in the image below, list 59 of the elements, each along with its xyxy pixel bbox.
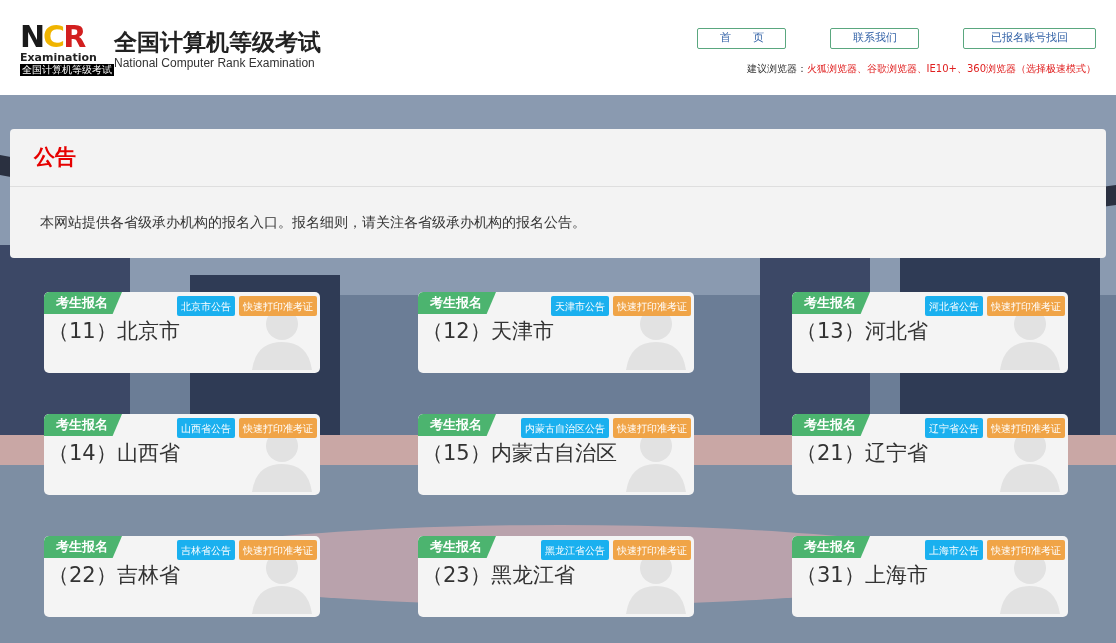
notice-badge[interactable]: 内蒙古自治区公告 <box>521 418 609 438</box>
province-name: （15）内蒙古自治区 <box>421 440 618 467</box>
logo-letter: C <box>43 22 64 52</box>
province-name: （23）黑龙江省 <box>421 562 576 589</box>
print-ticket-badge[interactable]: 快速打印准考证 <box>613 540 691 560</box>
province-name: （21）辽宁省 <box>795 440 929 467</box>
register-tag: 考生报名 <box>418 292 496 314</box>
browser-hint-value: 火狐浏览器、谷歌浏览器、IE10+、360浏览器（选择极速模式） <box>806 62 1096 76</box>
notice-badge[interactable]: 天津市公告 <box>551 296 609 316</box>
province-name: （11）北京市 <box>47 318 181 345</box>
province-card[interactable]: 考生报名 天津市公告 快速打印准考证 （12）天津市 <box>418 292 694 373</box>
province-name: （31）上海市 <box>795 562 929 589</box>
province-name: （13）河北省 <box>795 318 929 345</box>
province-card[interactable]: 考生报名 黑龙江省公告 快速打印准考证 （23）黑龙江省 <box>418 536 694 617</box>
province-card[interactable]: 考生报名 上海市公告 快速打印准考证 （31）上海市 <box>792 536 1068 617</box>
register-tag: 考生报名 <box>792 292 870 314</box>
register-tag: 考生报名 <box>418 414 496 436</box>
print-ticket-badge[interactable]: 快速打印准考证 <box>987 540 1065 560</box>
print-ticket-badge[interactable]: 快速打印准考证 <box>613 418 691 438</box>
notice-title: 公告 <box>34 143 76 171</box>
logo-strip: 全国计算机等级考试 <box>20 64 114 76</box>
print-ticket-badge[interactable]: 快速打印准考证 <box>239 540 317 560</box>
register-tag: 考生报名 <box>44 536 122 558</box>
register-tag: 考生报名 <box>418 536 496 558</box>
province-card[interactable]: 考生报名 山西省公告 快速打印准考证 （14）山西省 <box>44 414 320 495</box>
notice-badge[interactable]: 辽宁省公告 <box>925 418 983 438</box>
province-card[interactable]: 考生报名 辽宁省公告 快速打印准考证 （21）辽宁省 <box>792 414 1068 495</box>
notice-badge[interactable]: 河北省公告 <box>925 296 983 316</box>
logo-letter: R <box>63 22 85 52</box>
province-card[interactable]: 考生报名 吉林省公告 快速打印准考证 （22）吉林省 <box>44 536 320 617</box>
nav-button[interactable]: 首 页 <box>697 28 786 49</box>
nav-button[interactable]: 已报名账号找回 <box>963 28 1096 49</box>
browser-hint-label: 建议浏览器： <box>746 62 807 76</box>
logo-word: Examination <box>20 52 97 63</box>
print-ticket-badge[interactable]: 快速打印准考证 <box>987 296 1065 316</box>
print-ticket-badge[interactable]: 快速打印准考证 <box>239 296 317 316</box>
print-ticket-badge[interactable]: 快速打印准考证 <box>613 296 691 316</box>
notice-badge[interactable]: 黑龙江省公告 <box>541 540 609 560</box>
register-tag: 考生报名 <box>792 414 870 436</box>
site-subtitle: National Computer Rank Examination <box>114 56 316 70</box>
register-tag: 考生报名 <box>44 414 122 436</box>
register-tag: 考生报名 <box>44 292 122 314</box>
province-card[interactable]: 考生报名 北京市公告 快速打印准考证 （11）北京市 <box>44 292 320 373</box>
print-ticket-badge[interactable]: 快速打印准考证 <box>239 418 317 438</box>
site-title: 全国计算机等级考试 <box>114 28 321 56</box>
province-card[interactable]: 考生报名 内蒙古自治区公告 快速打印准考证 （15）内蒙古自治区 <box>418 414 694 495</box>
province-name: （14）山西省 <box>47 440 181 467</box>
notice-text: 本网站提供各省级承办机构的报名入口。报名细则，请关注各省级承办机构的报名公告。 <box>40 213 586 232</box>
logo-letter: N <box>20 22 44 52</box>
notice-badge[interactable]: 上海市公告 <box>925 540 983 560</box>
notice-badge[interactable]: 北京市公告 <box>177 296 235 316</box>
province-name: （12）天津市 <box>421 318 555 345</box>
nav-button[interactable]: 联系我们 <box>830 28 919 49</box>
province-card[interactable]: 考生报名 河北省公告 快速打印准考证 （13）河北省 <box>792 292 1068 373</box>
notice-badge[interactable]: 山西省公告 <box>177 418 235 438</box>
province-name: （22）吉林省 <box>47 562 181 589</box>
register-tag: 考生报名 <box>792 536 870 558</box>
notice-badge[interactable]: 吉林省公告 <box>177 540 235 560</box>
print-ticket-badge[interactable]: 快速打印准考证 <box>987 418 1065 438</box>
